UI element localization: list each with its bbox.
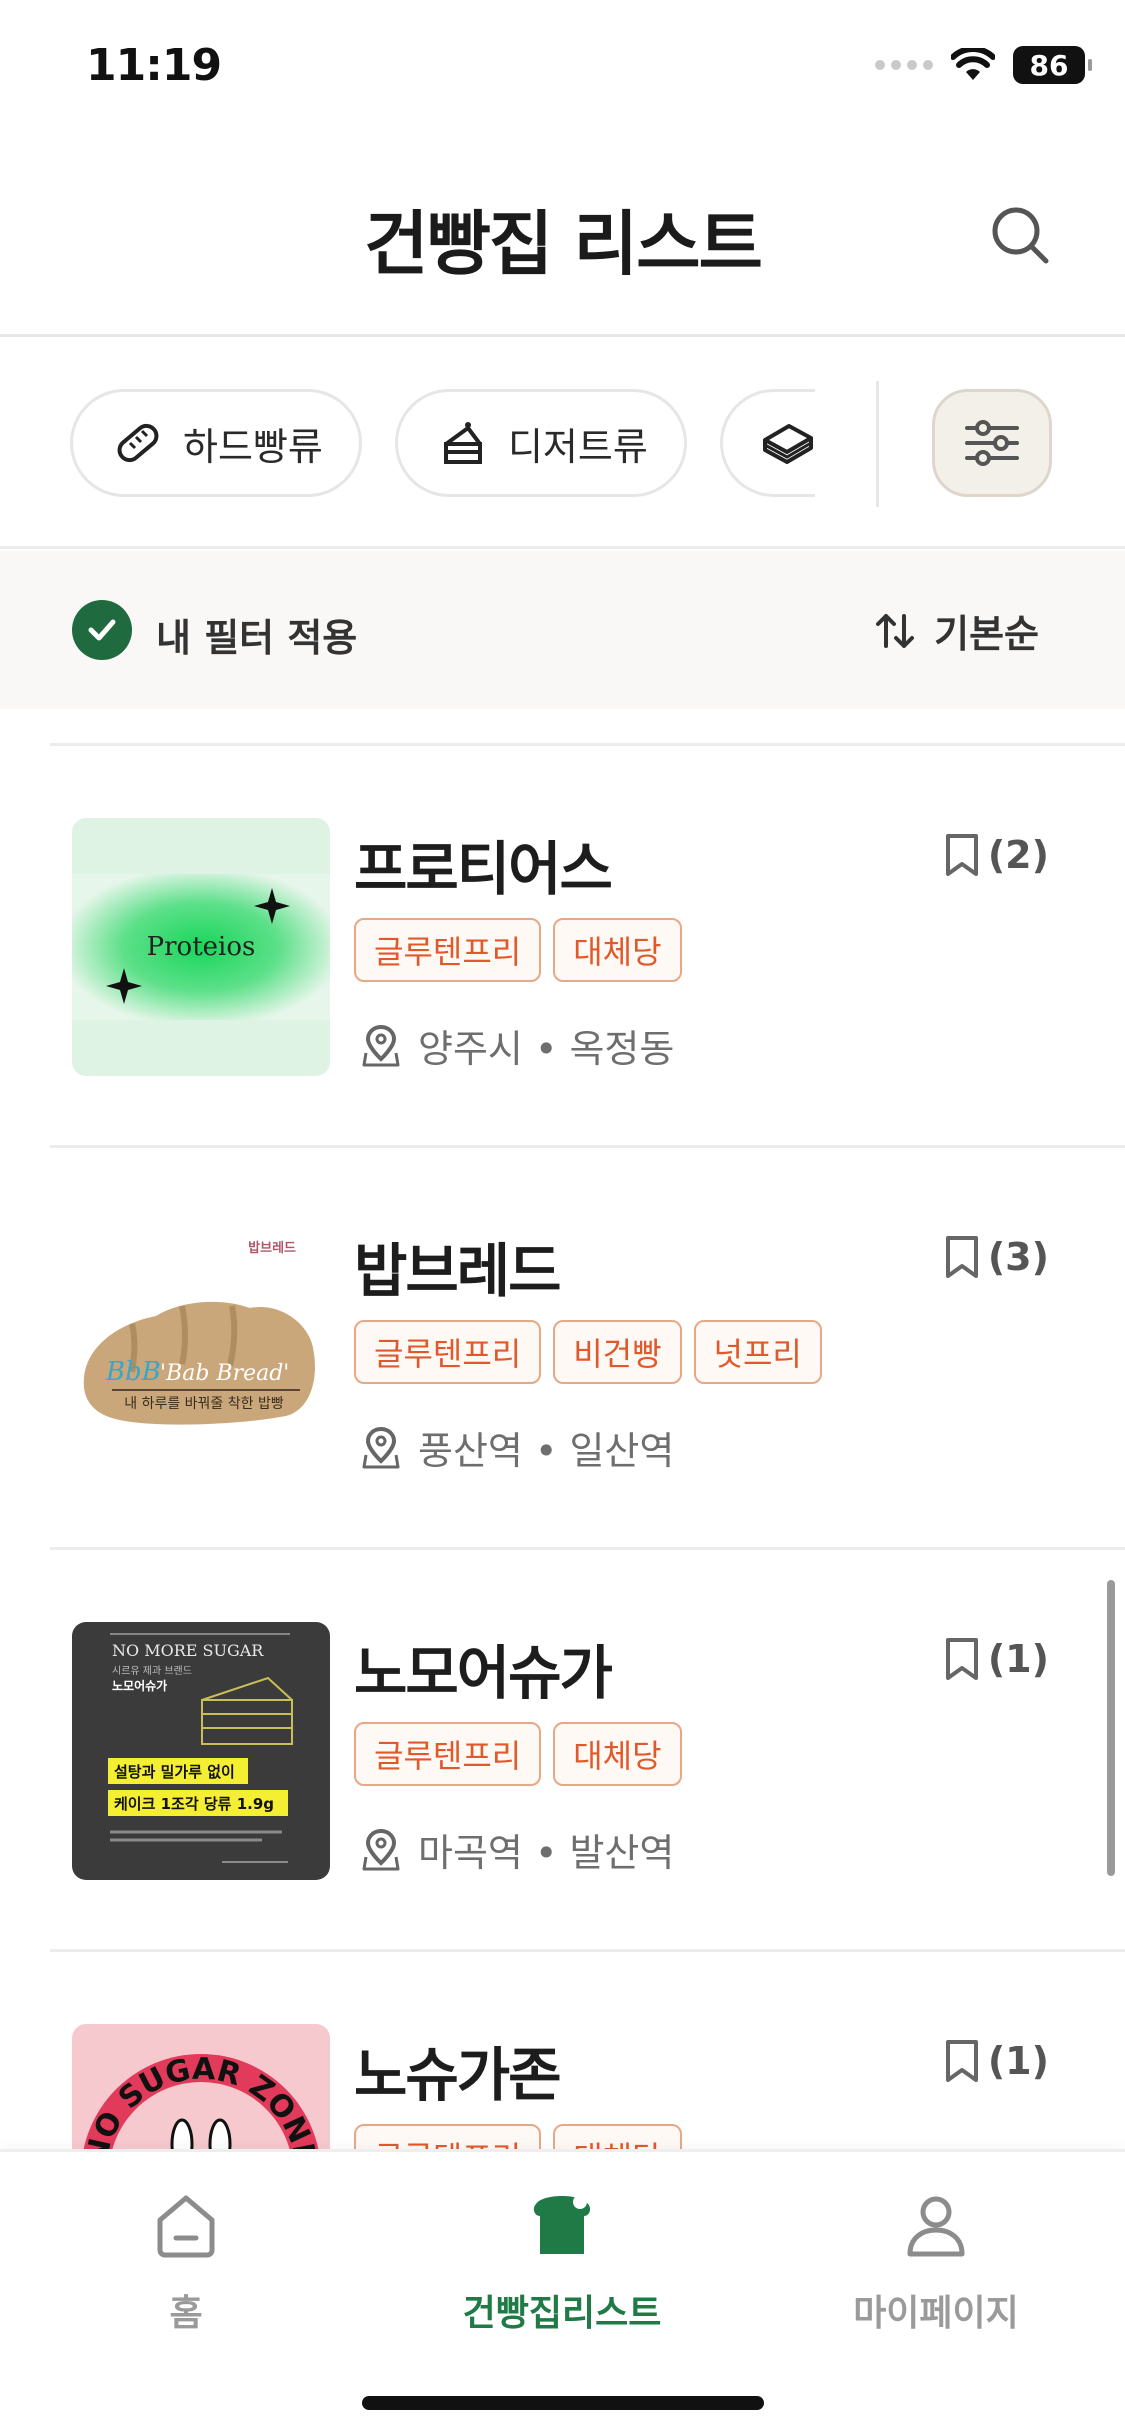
tag-list: 글루텐프리 대체당 [354,918,682,982]
bakery-thumbnail: NO MORE SUGAR 시르유 제과 브랜드 노모어슈가 설탕과 밀가루 없… [72,1622,330,1880]
tag-badge: 비건빵 [553,1320,682,1384]
home-icon [146,2186,226,2266]
bookmark-button[interactable]: (1) [942,2038,1049,2084]
thumb-sub-text: 내 하루를 바꿔줄 착한 밥빵 [124,1396,284,1412]
bakery-thumbnail: 밥브레드 BbB 'Bab Bread' 내 하루를 바꿔줄 착한 밥빵 [72,1220,330,1478]
category-chip-dessert[interactable]: 디저트류 [394,389,687,497]
bakery-list-item[interactable]: NO MORE SUGAR 시르유 제과 브랜드 노모어슈가 설탕과 밀가루 없… [0,1550,1125,1952]
thumb-text: 'Bab Bread' [160,1361,289,1386]
tab-home[interactable]: 홈 [36,2186,336,2336]
bakery-name: 노슈가존 [354,2041,561,2109]
tag-badge: 대체당 [553,1722,682,1786]
bread-loaf-icon [522,2186,602,2266]
thumb-title-text: NO MORE SUGAR [112,1641,264,1660]
location: 풍산역 • 일산역 [360,1420,674,1475]
sort-label: 기본순 [934,612,1039,656]
bookmark-button[interactable]: (2) [942,832,1049,878]
status-indicators: 86 [875,46,1092,84]
my-filter-checkbox[interactable] [72,600,132,660]
thumb-highlight-1: 설탕과 밀가루 없이 [114,1763,235,1781]
thumb-highlight-2: 케이크 1조각 당류 1.9g [114,1795,274,1813]
thumb-text: Proteios [147,932,256,962]
search-button[interactable] [985,200,1055,270]
tab-label: 홈 [169,2293,203,2334]
location-text: 양주시 • 옥정동 [418,1027,675,1071]
bakery-list-item[interactable]: Proteios 프로티어스 (2) 글루텐프리 대체당 양주시 • 옥정동 [0,746,1125,1148]
bookmark-count: (1) [987,2039,1049,2083]
bakery-thumbnail: Proteios [72,818,330,1076]
location: 마곡역 • 발산역 [360,1822,674,1877]
bakery-name: 프로티어스 [354,835,613,903]
sliders-icon [965,420,1019,466]
filter-status-bar: 내 필터 적용 기본순 [0,551,1125,709]
bookmark-button[interactable]: (1) [942,1636,1049,1682]
tab-label: 마이페이지 [853,2293,1019,2334]
map-pin-icon [362,1426,400,1468]
category-filter-row: 하드빵류 디저트류 브 [0,337,1125,549]
sort-arrows-icon [876,613,915,648]
my-filter-label[interactable]: 내 필터 적용 [156,607,357,662]
category-chip-sandwich[interactable]: 브 [719,389,815,497]
page-title: 건빵집 리스트 [364,203,763,285]
filter-settings-button[interactable] [932,389,1052,497]
tab-mypage[interactable]: 마이페이지 [786,2186,1086,2336]
bakery-list-item[interactable]: NO SUGAR ZONE 노슈가존 (1) 글루텐프리 대체당 [0,1952,1125,2149]
bakery-list[interactable]: Proteios 프로티어스 (2) 글루텐프리 대체당 양주시 • 옥정동 밥… [0,709,1125,2149]
location: 양주시 • 옥정동 [360,1018,674,1073]
category-chip-list[interactable]: 하드빵류 디저트류 브 [70,389,815,499]
bakery-name: 노모어슈가 [354,1639,613,1707]
chips-divider [876,381,879,507]
bakery-name: 밥브레드 [354,1237,561,1305]
cellular-signal-icon [875,60,933,70]
tag-badge: 넛프리 [693,1320,822,1384]
tag-list: 글루텐프리 대체당 [354,1722,682,1786]
bookmark-button[interactable]: (3) [942,1234,1049,1280]
tag-badge: 글루텐프리 [354,1722,542,1786]
tab-label: 건빵집리스트 [462,2293,662,2334]
bookmark-icon [945,1236,978,1278]
thumb-brand-text: BbB [105,1357,161,1387]
category-chip-label: 하드빵류 [183,424,323,469]
sandwich-icon [761,416,815,470]
bakery-list-item[interactable]: 밥브레드 BbB 'Bab Bread' 내 하루를 바꿔줄 착한 밥빵 밥브레… [0,1148,1125,1550]
location-text: 풍산역 • 일산역 [418,1429,675,1473]
cake-icon [436,416,490,470]
bookmark-icon [945,1638,978,1680]
tag-badge: 글루텐프리 [354,918,542,982]
tab-bakery-list[interactable]: 건빵집리스트 [412,2186,712,2336]
status-bar: 11:19 86 [0,0,1125,140]
category-chip-label: 디저트류 [507,424,648,469]
tag-list: 글루텐프리 비건빵 넛프리 [354,1320,822,1384]
sort-button[interactable]: 기본순 [874,603,1039,658]
check-icon [88,619,116,641]
tag-list: 글루텐프리 대체당 [354,2124,682,2149]
bread-icon [111,416,165,470]
category-chip-hard-bread[interactable]: 하드빵류 [70,389,362,497]
location-text: 마곡역 • 발산역 [418,1831,675,1875]
tag-badge: 대체당 [553,2124,682,2149]
thumb-small-text: 시르유 제과 브랜드 [112,1665,192,1677]
bookmark-icon [945,2040,978,2082]
search-icon [992,207,1049,264]
map-pin-icon [362,1828,400,1870]
bakery-thumbnail: NO SUGAR ZONE [72,2024,330,2149]
scrollbar[interactable] [1107,1580,1115,1876]
status-time: 11:19 [86,40,222,91]
bookmark-icon [945,834,978,876]
thumb-kr-text: 노모어슈가 [112,1678,167,1693]
bottom-tab-bar: 홈 건빵집리스트 마이페이지 [0,2149,1125,2436]
user-icon [896,2186,976,2266]
bookmark-count: (1) [987,1637,1049,1681]
bookmark-count: (3) [987,1235,1049,1279]
home-indicator [362,2396,764,2410]
thumb-top-text: 밥브레드 [248,1240,296,1256]
tag-badge: 글루텐프리 [354,2124,542,2149]
tag-badge: 글루텐프리 [354,1320,542,1384]
battery-indicator: 86 [1013,46,1092,84]
header: 건빵집 리스트 [0,140,1125,337]
map-pin-icon [362,1024,400,1066]
wifi-icon [951,48,995,80]
bookmark-count: (2) [987,833,1049,877]
tag-badge: 대체당 [553,918,682,982]
